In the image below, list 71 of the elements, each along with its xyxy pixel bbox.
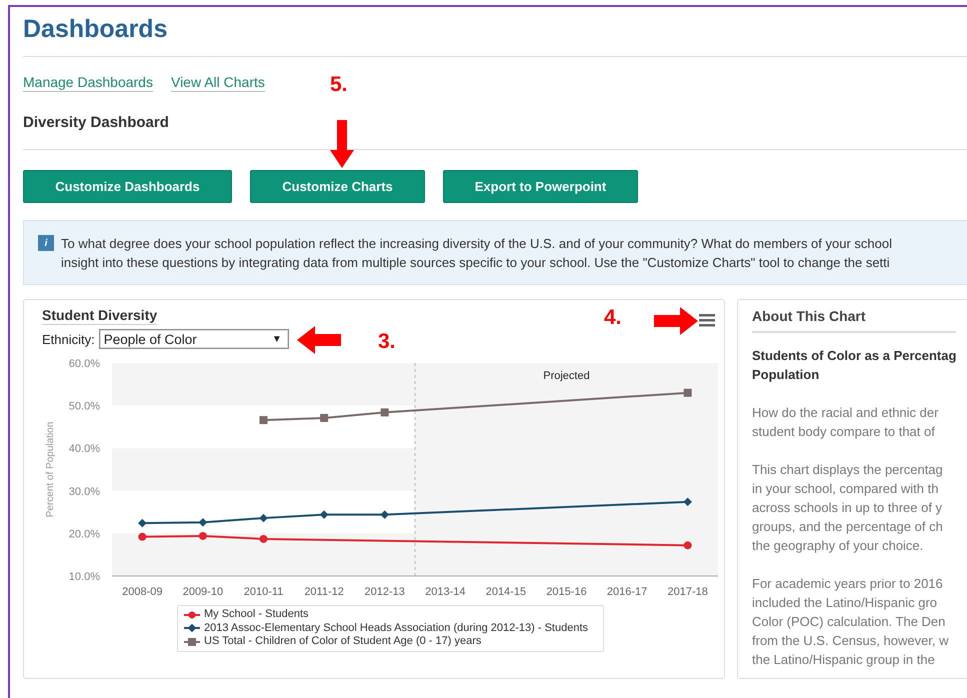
step-annotation: 3.	[378, 330, 396, 354]
y-tick-label: 10.0%	[68, 571, 100, 583]
legend-label: 2013 Assoc-Elementary School Heads Association (during 2012-13) - Students	[204, 622, 588, 635]
y-tick-label: 50.0%	[68, 400, 100, 413]
y-tick-label: 30.0%	[68, 486, 100, 498]
chart-title: Student Diversity	[42, 307, 158, 325]
data-point	[683, 498, 692, 506]
data-point	[138, 518, 147, 528]
about-text: the Latino/Hispanic group in the	[752, 651, 936, 669]
info-icon: i	[38, 235, 54, 251]
about-title: About This Chart	[752, 308, 956, 333]
action-button[interactable]: Export to Powerpoint	[443, 170, 638, 203]
about-text: from the U.S. Census, however, w	[752, 632, 950, 650]
data-point	[138, 532, 146, 541]
data-point	[260, 534, 268, 543]
about-text: Color (POC) calculation. The Den	[752, 613, 946, 631]
about-text: the geography of your choice.	[752, 537, 924, 555]
nav-link[interactable]: Manage Dashboards	[23, 74, 153, 92]
info-text: insight into these questions by integrating data from multiple sources specific to your school. Use the "Customize Charts" tool to change the setti	[61, 254, 891, 272]
legend-marker-icon	[184, 638, 200, 646]
y-tick-label: 40.0%	[68, 443, 100, 456]
x-tick-label: 2009-10	[182, 586, 224, 598]
x-tick-label: 2014-15	[486, 586, 526, 598]
info-text: To what degree does your school population reflect the increasing diversity of the U.S. and of your community? What do members of your school	[61, 235, 892, 253]
about-text: across schools in up to three of y	[752, 499, 944, 517]
x-tick-label: 2015-16	[546, 586, 587, 598]
ethnicity-select[interactable]: People of Color ▼	[98, 329, 289, 349]
data-point	[684, 541, 692, 550]
filter-label: Ethnicity:	[42, 332, 95, 346]
x-tick-label: 2016-17	[606, 586, 648, 598]
about-subtitle: Population	[752, 366, 820, 384]
legend-marker-icon	[184, 624, 200, 632]
arrow-icon	[654, 307, 698, 335]
data-point	[320, 414, 328, 422]
legend-marker-icon	[184, 610, 200, 619]
step-annotation: 4.	[604, 306, 622, 330]
data-point	[380, 408, 389, 416]
data-point	[198, 518, 208, 527]
y-axis-title: Percent of Population	[45, 422, 56, 518]
y-tick-label: 20.0%	[68, 528, 100, 540]
nav-link[interactable]: View All Charts	[170, 74, 265, 92]
about-text: How do the racial and ethnic der	[752, 404, 940, 422]
legend-label: US Total - Children of Color of Student Age (0 - 17) years	[204, 635, 482, 648]
menu-icon[interactable]	[699, 314, 715, 327]
data-point	[380, 510, 389, 519]
arrow-icon	[297, 326, 341, 354]
about-text: This chart displays the percentag	[752, 461, 944, 479]
x-tick-label: 2011-12	[304, 586, 344, 598]
arrow-icon	[330, 120, 354, 168]
projected-label: Projected	[543, 370, 590, 382]
x-tick-label: 2017-18	[668, 586, 708, 598]
legend-label: My School - Students	[204, 608, 309, 622]
page-title: Dashboards	[23, 15, 967, 57]
x-tick-label: 2013-14	[425, 586, 466, 598]
data-point	[259, 514, 268, 522]
x-tick-label: 2012-13	[364, 586, 405, 598]
x-tick-label: 2008-09	[122, 586, 162, 598]
action-button[interactable]: Customize Charts	[250, 170, 425, 203]
data-point	[198, 532, 207, 540]
about-text: in your school, compared with th	[752, 480, 940, 498]
about-text: groups, and the percentage of ch	[752, 518, 944, 536]
about-text: included the Latino/Hispanic gro	[752, 594, 938, 612]
data-point	[260, 416, 268, 424]
about-text: student body compare to that of	[752, 423, 936, 441]
data-point	[320, 510, 328, 519]
action-button[interactable]: Customize Dashboards	[23, 170, 232, 203]
step-annotation: 5.	[330, 73, 348, 97]
x-tick-label: 2010-11	[244, 586, 284, 598]
about-text: For academic years prior to 2016	[752, 575, 944, 593]
y-tick-label: 60.0%	[68, 358, 100, 370]
about-subtitle: Students of Color as a Percentag	[752, 347, 956, 365]
